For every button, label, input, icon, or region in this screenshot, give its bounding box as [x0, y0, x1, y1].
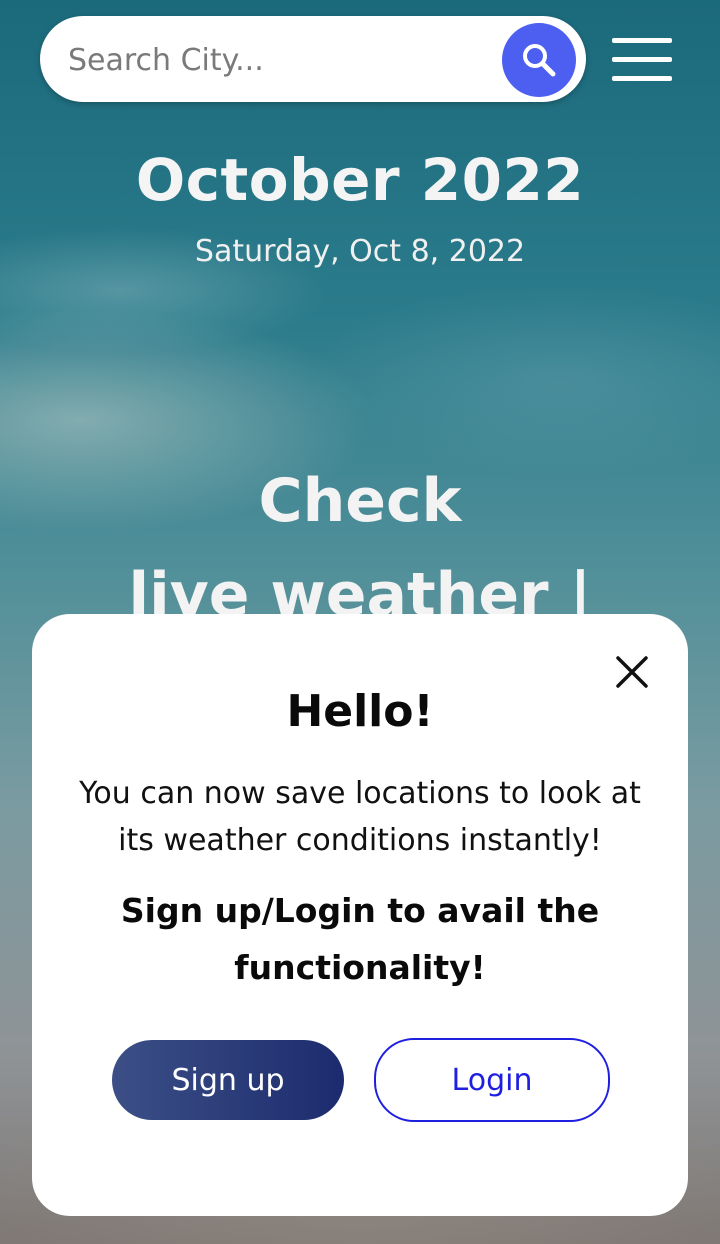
search-bar — [40, 16, 586, 104]
hamburger-menu-icon-bar — [612, 38, 672, 43]
signup-prompt-modal: Hello! You can now save locations to loo… — [32, 614, 688, 1216]
hamburger-menu-button[interactable] — [610, 36, 674, 84]
hamburger-menu-icon-bar — [612, 57, 672, 62]
hero-text-line-1: Check — [258, 466, 462, 536]
modal-message: You can now save locations to look at it… — [79, 776, 641, 858]
search-icon — [523, 44, 556, 77]
month-year-heading: October 2022 — [135, 146, 585, 214]
modal-call-to-action: Sign up/Login to avail the functionality… — [120, 891, 600, 987]
signup-button[interactable]: Sign up — [112, 1040, 344, 1120]
current-date: Saturday, Oct 8, 2022 — [194, 234, 526, 269]
weather-app-screen: { "search": { "placeholder": "Search Cit… — [0, 0, 720, 1244]
search-input[interactable] — [66, 16, 500, 104]
login-button[interactable]: Login — [374, 1038, 610, 1122]
modal-title: Hello! — [286, 686, 434, 737]
search-button[interactable] — [502, 23, 576, 97]
hamburger-menu-icon-bar — [612, 76, 672, 81]
